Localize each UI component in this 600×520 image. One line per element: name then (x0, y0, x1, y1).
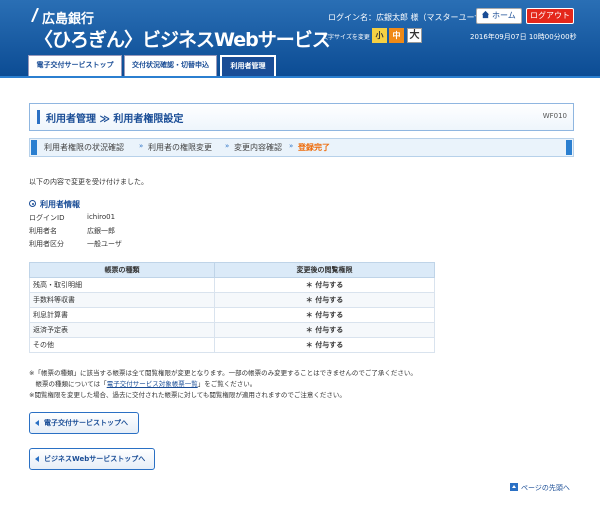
step-confirm: 変更内容確認 (234, 143, 282, 152)
permission-cell: ＊ 付与する (214, 337, 435, 353)
home-icon (481, 10, 490, 19)
user-name-label: 利用者名 (29, 227, 57, 235)
up-arrow-icon (510, 483, 518, 491)
step-status-check: 利用者権限の状況確認 (44, 143, 124, 152)
table-row: 返済予定表 ＊ 付与する (29, 322, 435, 338)
permission-cell: ＊ 付与する (214, 322, 435, 338)
permission-table: 帳票の種類 変更後の閲覧権限 残高・取引明細 ＊ 付与する 手数料等収書 ＊ 付… (29, 262, 435, 353)
table-row: 残高・取引明細 ＊ 付与する (29, 277, 435, 293)
target-docs-link[interactable]: 電子交付サービス対象帳票一覧 (107, 380, 198, 388)
bank-logo-icon (31, 8, 39, 22)
page-title: 利用者管理 ≫ 利用者権限設定 (46, 114, 184, 125)
completion-message: 以下の内容で変更を受け付けました。 (29, 178, 148, 186)
login-id-value: ichiro01 (87, 213, 116, 221)
note-line-3: ※閲覧権限を変更した場合、過去に交付された帳票に対しても閲覧権限が適用されますの… (29, 391, 346, 399)
logout-button[interactable]: ログアウト (526, 8, 574, 24)
font-size-medium-button[interactable]: 中 (389, 28, 404, 43)
doc-type-cell: 返済予定表 (29, 322, 215, 338)
font-size-label: 文字サイズを変更 (322, 34, 370, 41)
note-line-1: ※「帳票の種類」に該当する帳票は全て閲覧権限が変更となります。一部の帳票のみ変更… (29, 369, 417, 377)
permission-cell: ＊ 付与する (214, 307, 435, 323)
login-id-label: ログインID (29, 214, 65, 222)
page-top-link[interactable]: ページの先頭へ (510, 483, 570, 493)
step-separator: » (225, 142, 230, 150)
page-top-label: ページの先頭へ (521, 484, 570, 492)
note-line-2-suffix: 」をご覧ください。 (197, 380, 257, 388)
step-separator: » (289, 142, 294, 150)
step-left-cap (31, 140, 37, 155)
left-arrow-icon (35, 456, 39, 462)
header-divider (0, 76, 600, 78)
bullet-icon (29, 200, 36, 207)
home-label: ホーム (492, 11, 516, 20)
user-type-label: 利用者区分 (29, 240, 64, 248)
step-permission-change: 利用者の権限変更 (148, 143, 212, 152)
permission-cell: ＊ 付与する (214, 277, 435, 293)
doc-type-cell: 利息計算書 (29, 307, 215, 323)
step-complete: 登録完了 (298, 143, 330, 152)
left-arrow-icon (35, 420, 39, 426)
doc-type-cell: 残高・取引明細 (29, 277, 215, 293)
user-info-heading-text: 利用者情報 (40, 200, 80, 209)
doc-type-cell: その他 (29, 337, 215, 353)
step-right-cap (566, 140, 572, 155)
doc-type-cell: 手数料等収書 (29, 292, 215, 308)
font-size-large-button[interactable]: 大 (407, 28, 422, 43)
screen-id: WF010 (542, 112, 567, 120)
back-to-business-web-label: ビジネスWebサービストップへ (44, 455, 146, 463)
table-row: その他 ＊ 付与する (29, 337, 435, 353)
page-title-panel: 利用者管理 ≫ 利用者権限設定 WF010 (29, 103, 574, 131)
home-button[interactable]: ホーム (476, 8, 522, 24)
user-info-heading: 利用者情報 (29, 199, 80, 210)
tab-e-delivery-top[interactable]: 電子交付サービストップ (28, 55, 122, 76)
title-accent-bar (37, 110, 40, 124)
back-to-e-delivery-button[interactable]: 電子交付サービストップへ (29, 412, 139, 434)
column-header-permission: 変更後の閲覧権限 (214, 262, 435, 278)
header: 広島銀行 〈ひろぎん〉ビジネスWebサービス ログイン名：広銀太郎 様（マスター… (0, 0, 600, 78)
column-header-doc-type: 帳票の種類 (29, 262, 215, 278)
user-type-value: 一般ユーザ (87, 240, 122, 248)
user-name-value: 広銀一郎 (87, 227, 115, 235)
permission-cell: ＊ 付与する (214, 292, 435, 308)
login-name: ログイン名：広銀太郎 様（マスターユーザ） (328, 13, 491, 22)
table-header-row: 帳票の種類 変更後の閲覧権限 (29, 262, 435, 278)
note-line-2: 帳票の種類については「電子交付サービス対象帳票一覧」をご覧ください。 (29, 378, 257, 388)
service-title: 〈ひろぎん〉ビジネスWebサービス (34, 29, 331, 51)
table-row: 利息計算書 ＊ 付与する (29, 307, 435, 323)
font-size-small-button[interactable]: 小 (372, 28, 387, 43)
step-indicator: 利用者権限の状況確認 » 利用者の権限変更 » 変更内容確認 » 登録完了 (29, 138, 574, 157)
step-separator: » (139, 142, 144, 150)
tab-user-management[interactable]: 利用者管理 (220, 55, 276, 76)
tab-delivery-status[interactable]: 交付状況確認・切替申込 (124, 55, 217, 76)
back-to-e-delivery-label: 電子交付サービストップへ (44, 419, 128, 427)
datetime: 2016年09月07日 10時00分00秒 (470, 33, 577, 41)
note-line-2-prefix: 帳票の種類については「 (29, 380, 107, 388)
table-row: 手数料等収書 ＊ 付与する (29, 292, 435, 308)
back-to-business-web-button[interactable]: ビジネスWebサービストップへ (29, 448, 155, 470)
